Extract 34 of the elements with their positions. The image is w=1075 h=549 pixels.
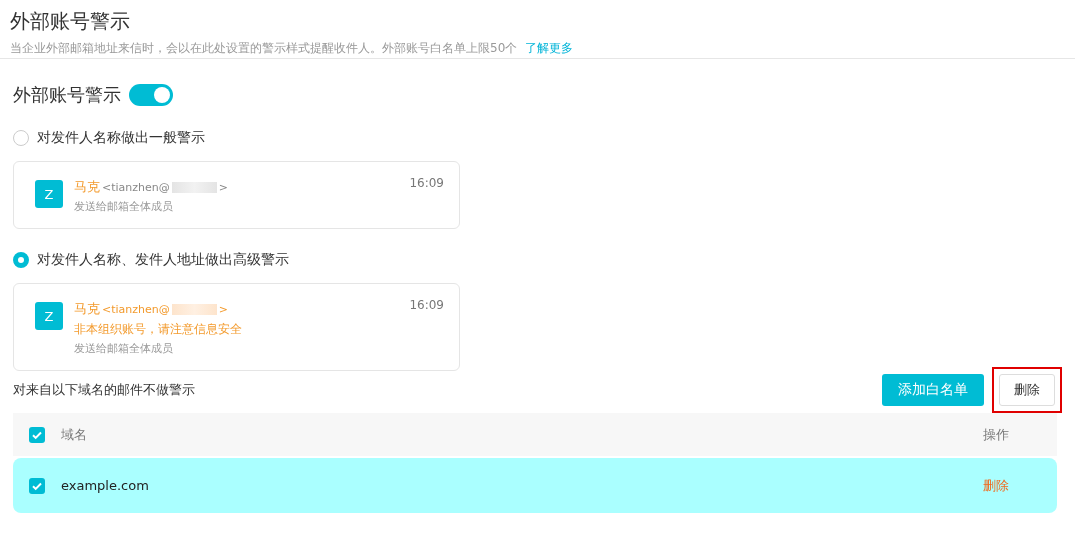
learn-more-link[interactable]: 了解更多 xyxy=(525,40,574,57)
sender-address: <tianzhen@ xyxy=(102,303,170,316)
delete-link[interactable]: 删除 xyxy=(951,476,1041,495)
option-label: 对发件人名称、发件人地址做出高级警示 xyxy=(37,251,289,269)
redacted-domain xyxy=(171,181,217,193)
whitelist-caption: 对来自以下域名的邮件不做警示 xyxy=(13,381,196,399)
delete-button[interactable]: 删除 xyxy=(999,374,1055,406)
toggle-switch[interactable] xyxy=(129,84,173,106)
time-text: 16:09 xyxy=(409,176,444,190)
column-header: 域名 xyxy=(61,425,88,444)
option-label: 对发件人名称做出一般警示 xyxy=(37,129,205,147)
checkbox[interactable] xyxy=(29,426,45,443)
domain-cell-text: example.com xyxy=(61,478,150,493)
warning-text: 非本组织账号，请注意信息安全 xyxy=(74,321,243,338)
sender-address: > xyxy=(218,303,228,316)
sender-address: > xyxy=(218,181,228,194)
add-whitelist-button[interactable]: 添加白名单 xyxy=(882,374,984,406)
section-label: 外部账号警示 xyxy=(13,83,121,107)
sender-address: <tianzhen@ xyxy=(102,181,170,194)
table-row[interactable]: example.com 删除 xyxy=(13,458,1057,513)
sender-name: 马克 xyxy=(74,178,100,196)
recipients-text: 发送给邮箱全体成员 xyxy=(74,199,174,214)
radio-button[interactable] xyxy=(13,252,29,268)
page-title: 外部账号警示 xyxy=(10,8,131,34)
column-header: 操作 xyxy=(982,425,1010,444)
radio-button[interactable] xyxy=(13,130,29,146)
description-text: 当企业外部邮箱地址来信时，会以在此处设置的警示样式提醒收件人。外部账号白名单上限50个 xyxy=(10,40,518,57)
time-text: 16:09 xyxy=(409,298,444,312)
checkbox[interactable] xyxy=(29,477,45,494)
recipients-text: 发送给邮箱全体成员 xyxy=(74,341,174,356)
avatar: Z xyxy=(35,180,63,208)
avatar: Z xyxy=(35,302,63,330)
redacted-domain xyxy=(171,303,217,315)
sender-name: 马克 xyxy=(74,300,100,318)
